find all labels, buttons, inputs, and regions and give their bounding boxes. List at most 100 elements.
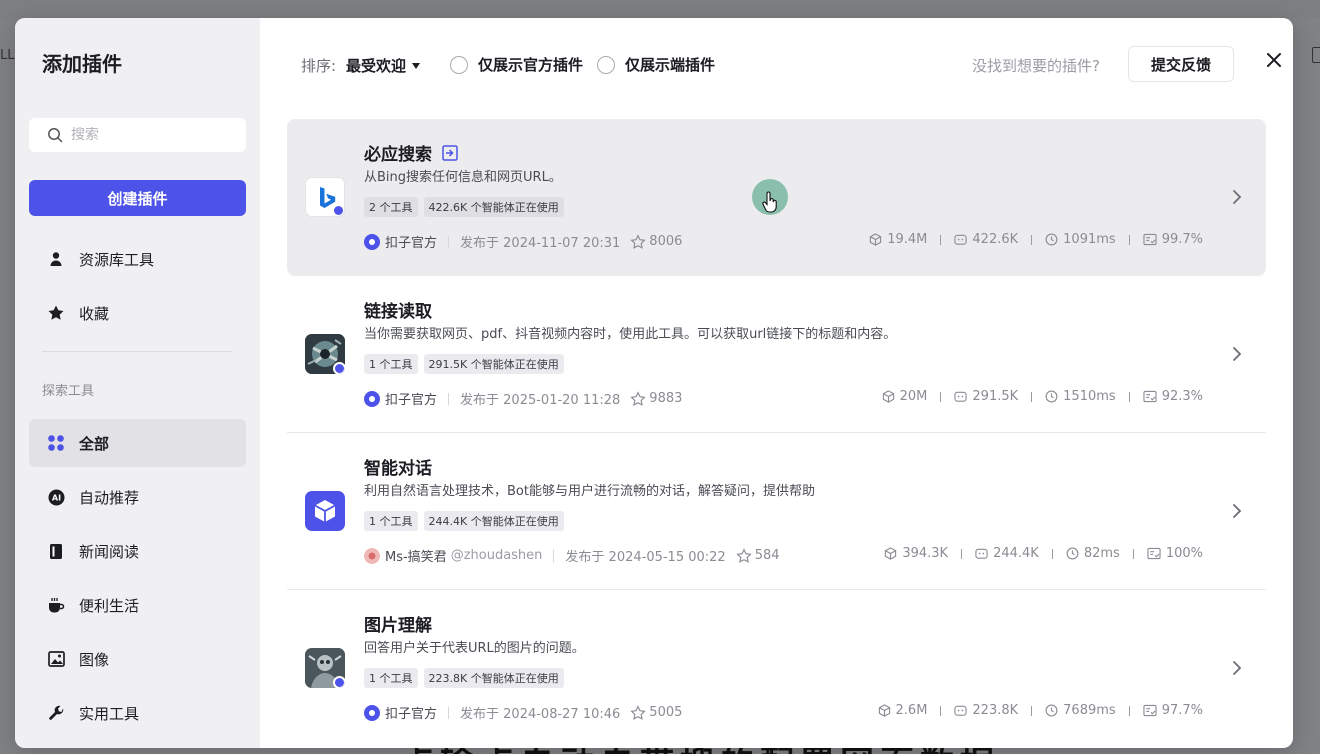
sidebar-item-label: 自动推荐 [79,488,140,507]
meta-divider [448,706,450,719]
sidebar-item-label: 全部 [79,434,110,453]
radio-label: 仅展示官方插件 [478,56,584,74]
success-rate-stat: 92.3% [1143,389,1203,404]
clock-icon [1045,704,1058,717]
plugin-stats: 2.6M 223.8K 7689ms 97.7% [878,703,1203,718]
clock-icon [1045,233,1058,246]
image-understanding-icon [305,648,345,688]
bot-count-stat: 291.5K [954,389,1018,404]
star-outline-icon [630,233,646,249]
plugin-tags: 1 个工具 244.4K 个智能体正在使用 [364,511,570,531]
latency-stat: 7689ms [1045,703,1116,718]
sidebar-item-daily-life[interactable]: 便利生活 [29,581,246,629]
star-count: 8006 [630,233,683,250]
radio-circle[interactable] [450,55,468,74]
plugin-title: 智能对话 [364,454,432,479]
stat-value: 244.4K [993,546,1039,561]
dialog-title: 添加插件 [42,52,122,76]
stat-divider [1051,548,1053,559]
chevron-right-icon[interactable] [1232,189,1242,205]
official-badge-icon [333,362,345,374]
plugin-description: 从Bing搜索任何信息和网页URL。 [364,170,562,185]
plugin-card-link-reader[interactable]: 链接读取 当你需要获取网页、pdf、抖音视频内容时，使用此工具。可以获取url链… [287,276,1266,433]
submit-feedback-button[interactable]: 提交反馈 [1128,46,1234,82]
official-only-radio[interactable]: 仅展示官方插件 [450,54,583,75]
star-filled-icon [47,304,65,322]
sidebar-item-news-reading[interactable]: 新闻阅读 [29,527,246,575]
image-icon [47,650,65,668]
stat-value: 394.3K [902,546,949,561]
search-box[interactable] [29,118,246,152]
latency-stat: 1091ms [1045,232,1116,247]
sort-dropdown[interactable]: 最受欢迎 [346,55,421,76]
plugin-title-text: 链接读取 [364,302,432,322]
plugin-title-text: 智能对话 [364,459,432,479]
backdrop-top-bar [0,0,1320,18]
plugin-stats: 394.3K 244.4K 82ms 100% [884,546,1203,561]
call-count-stat: 19.4M [869,232,927,247]
sidebar-item-favorites[interactable]: 收藏 [29,289,246,337]
sort-dropdown-value: 最受欢迎 [346,57,407,75]
tool-count-tag: 1 个工具 [364,511,418,531]
plugin-description: 利用自然语言处理技术，Bot能够与用户进行流畅的对话，解答疑问，提供帮助 [364,484,815,499]
client-only-radio[interactable]: 仅展示端插件 [597,54,715,75]
plugin-meta: 扣子官方 发布于 2024-08-27 10:46 5005 [364,703,682,722]
chevron-right-icon[interactable] [1232,503,1242,519]
wrench-icon [47,704,65,722]
stat-divider [1128,234,1130,245]
usage-count-tag: 422.6K 个智能体正在使用 [423,197,564,217]
sidebar: 添加插件 创建插件 资源库工具 收藏 探索工具 全部 [15,18,260,748]
plugin-stats: 20M 291.5K 1510ms 92.3% [882,389,1203,404]
bot-count-stat: 244.4K [975,546,1039,561]
usage-count-tag: 244.4K 个智能体正在使用 [423,511,564,531]
stat-divider [1128,391,1130,402]
author-handle: @zhoudashen [450,548,543,563]
plugin-title: 必应搜索 [364,140,458,165]
call-count-stat: 2.6M [878,703,927,718]
open-detail-icon[interactable] [442,144,458,161]
search-icon [48,128,63,143]
sidebar-item-label: 资源库工具 [79,250,155,269]
star-count-value: 8006 [649,234,683,249]
latency-stat: 1510ms [1045,389,1116,404]
not-found-hint: 没找到想要的插件? [972,57,1100,75]
plugin-card-smart-chat[interactable]: 智能对话 利用自然语言处理技术，Bot能够与用户进行流畅的对话，解答疑问，提供帮… [287,433,1266,590]
star-count-value: 9883 [649,391,683,406]
stat-value: 19.4M [887,232,928,247]
create-plugin-button[interactable]: 创建插件 [29,180,246,216]
sidebar-item-library-tools[interactable]: 资源库工具 [29,235,246,283]
publish-date: 发布于 2025-01-20 11:28 [460,393,621,408]
stat-divider [940,705,942,716]
stat-divider [1031,234,1033,245]
star-count: 9883 [630,390,683,407]
sidebar-item-label: 新闻阅读 [79,542,140,561]
radio-circle[interactable] [597,55,615,74]
usage-count-tag: 291.5K 个智能体正在使用 [423,354,564,374]
cube-outline-icon [870,233,882,246]
filter-bar: 排序: 最受欢迎 仅展示官方插件 仅展示端插件 没找到想要的插件? 提交反馈 [260,18,1293,108]
sidebar-item-image[interactable]: 图像 [29,635,246,683]
stat-divider [1031,705,1033,716]
stat-value: 7689ms [1063,703,1116,718]
bot-count-stat: 422.6K [954,232,1018,247]
chevron-right-icon[interactable] [1232,660,1242,676]
plugin-title: 图片理解 [364,611,432,636]
plugin-card-image-understanding[interactable]: 图片理解 回答用户关于代表URL的图片的问题。 1 个工具 223.8K 个智能… [287,590,1266,747]
cube-outline-icon [878,704,890,717]
stat-value: 100% [1165,546,1203,561]
sidebar-item-auto-recommend[interactable]: AI 自动推荐 [29,473,246,521]
call-count-stat: 394.3K [884,546,948,561]
tool-count-tag: 1 个工具 [364,668,418,688]
close-icon[interactable] [1262,48,1286,72]
radio-label: 仅展示端插件 [625,56,716,74]
star-count: 584 [736,547,780,564]
stat-value: 422.6K [972,232,1019,247]
author-name: 扣子官方 [385,236,438,251]
chevron-right-icon[interactable] [1232,346,1242,362]
plugin-meta: 扣子官方 发布于 2024-11-07 20:31 8006 [364,232,682,251]
sidebar-item-all[interactable]: 全部 [29,419,246,467]
stat-divider [940,391,942,402]
search-input[interactable] [71,127,231,143]
person-icon [47,250,65,268]
sidebar-item-utilities[interactable]: 实用工具 [29,689,246,737]
